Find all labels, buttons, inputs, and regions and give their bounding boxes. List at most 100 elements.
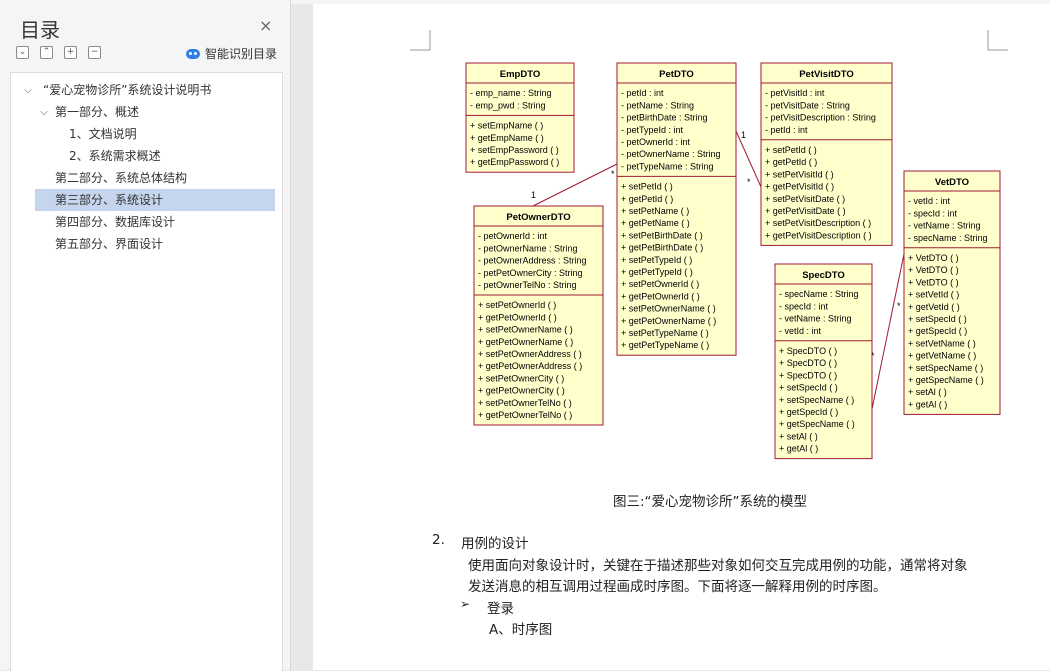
- class-attribute: - petName : String: [621, 100, 694, 110]
- bullet-arrow-icon: ➢: [460, 597, 471, 611]
- class-method: + getSpecName ( ): [779, 419, 855, 429]
- class-attribute: - petVisitDate : String: [765, 100, 850, 110]
- figure-caption: 图三:“爱心宠物诊所”系统的模型: [613, 494, 808, 510]
- class-method: + getEmpPassword ( ): [470, 157, 559, 167]
- class-attribute: - petOwnerTelNo : String: [478, 280, 577, 290]
- toc-title: 目录: [20, 18, 60, 42]
- toc-item-part1[interactable]: 第一部分、概述: [55, 101, 295, 123]
- class-method: + getVetId ( ): [908, 302, 960, 312]
- class-attribute: - petOwnerAddress : String: [478, 256, 587, 266]
- expand-all-button[interactable]: ⌃: [40, 46, 53, 59]
- class-attribute: - emp_name : String: [470, 88, 552, 98]
- class-attribute: - specName : String: [908, 233, 988, 243]
- class-method: + setVetName ( ): [908, 338, 976, 348]
- class-attribute: - petOwnerName : String: [621, 149, 721, 159]
- class-attribute: - petOwnerId : int: [621, 137, 691, 147]
- smart-toc-button[interactable]: 智能识别目录: [186, 45, 277, 62]
- class-specdto: SpecDTO - specName : String - specId : int…: [774, 263, 873, 460]
- class-method: + setPetName ( ): [621, 206, 689, 216]
- toc-item-title[interactable]: “爱心宠物诊所”系统设计说明书: [43, 79, 283, 101]
- class-empdto: EmpDTO - emp_name : String - emp_pwd : Str…: [465, 62, 575, 173]
- class-method: + getPetOwnerTelNo ( ): [478, 410, 572, 420]
- paragraph-line: 发送消息的相互调用过程画成时序图。下面将逐一解释用例的时序图。: [468, 579, 887, 595]
- class-method: + setPetTypeName ( ): [621, 328, 709, 338]
- toc-item-part4[interactable]: 第四部分、数据库设计: [55, 211, 295, 233]
- class-method: + setEmpName ( ): [470, 121, 543, 131]
- chevron-down-icon: ⌄: [18, 47, 27, 57]
- chevron-down-icon[interactable]: ⌵: [23, 85, 33, 96]
- class-method: + getPetTypeId ( ): [621, 267, 693, 277]
- multiplicity-label: *: [747, 177, 751, 187]
- multiplicity-label: 1: [741, 130, 746, 140]
- class-attribute: - emp_pwd : String: [470, 100, 546, 110]
- class-method: + setPetOwnerTelNo ( ): [478, 398, 572, 408]
- class-attribute: - vetId : int: [908, 196, 951, 206]
- class-method: + getAl ( ): [779, 444, 818, 454]
- toc-item-doc-desc[interactable]: 1、文档说明: [69, 123, 309, 145]
- toc-item-part5[interactable]: 第五部分、界面设计: [55, 233, 295, 255]
- add-level-button[interactable]: +: [64, 46, 77, 59]
- document-page: 1 * 1 * * * EmpDTO - emp_name : String - emp_pw…: [313, 4, 1050, 670]
- class-attribute: - specId : int: [779, 301, 829, 311]
- class-method: + VetDTO ( ): [908, 277, 959, 287]
- class-attribute: - vetId : int: [779, 326, 822, 336]
- class-name: VetDTO: [935, 177, 969, 188]
- class-name: PetVisitDTO: [799, 69, 854, 80]
- plus-icon: +: [66, 47, 75, 57]
- toc-item-req-overview[interactable]: 2、系统需求概述: [69, 145, 309, 167]
- class-name: PetDTO: [659, 69, 694, 80]
- class-attribute: - petBirthDate : String: [621, 113, 708, 123]
- class-method: + setPetVisitDescription ( ): [765, 218, 871, 228]
- section-number: 2.: [432, 532, 445, 548]
- multiplicity-label: *: [897, 301, 901, 311]
- class-method: + getPetTypeName ( ): [621, 340, 709, 350]
- class-name: PetOwnerDTO: [506, 212, 570, 223]
- ai-bot-icon: [186, 48, 200, 59]
- class-attribute: - petOwnerName : String: [478, 243, 578, 253]
- class-method: + setAl ( ): [908, 387, 947, 397]
- class-method: + setVetId ( ): [908, 290, 959, 300]
- close-icon[interactable]: ×: [259, 17, 272, 35]
- class-method: + getPetName ( ): [621, 218, 690, 228]
- class-method: + VetDTO ( ): [908, 253, 959, 263]
- association-line: [871, 253, 905, 410]
- class-method: + setPetOwnerName ( ): [478, 325, 573, 335]
- class-method: + getPetBirthDate ( ): [621, 243, 703, 253]
- toc-tree: ⌵ “爱心宠物诊所”系统设计说明书 ⌵ 第一部分、概述 1、文档说明 2、系统需…: [10, 72, 283, 671]
- class-method: + setSpecName ( ): [908, 363, 983, 373]
- class-method: + getSpecName ( ): [908, 375, 984, 385]
- class-attribute: - specId : int: [908, 208, 958, 218]
- class-method: + setPetOwnerAddress ( ): [478, 349, 582, 359]
- class-method: + setPetId ( ): [621, 182, 673, 192]
- class-method: + setSpecId ( ): [779, 383, 838, 393]
- doc-gutter: [291, 4, 313, 670]
- bullet-text: 登录: [487, 601, 514, 617]
- class-method: + setPetOwnerId ( ): [621, 279, 699, 289]
- paragraph-line: 使用面向对象设计时，关键在于描述那些对象如何交互完成用例的功能，通常将对象: [468, 558, 968, 574]
- class-method: + VetDTO ( ): [908, 265, 959, 275]
- toc-item-part2[interactable]: 第二部分、系统总体结构: [55, 167, 295, 189]
- class-method: + getPetOwnerName ( ): [621, 316, 716, 326]
- class-method: + setPetTypeId ( ): [621, 255, 692, 265]
- remove-level-button[interactable]: −: [88, 46, 101, 59]
- chevron-down-icon[interactable]: ⌵: [39, 107, 49, 118]
- class-method: + SpecDTO ( ): [779, 370, 837, 380]
- class-method: + getSpecId ( ): [908, 326, 967, 336]
- toc-item-part3[interactable]: 第三部分、系统设计: [35, 189, 275, 211]
- class-attribute: - vetName : String: [779, 314, 852, 324]
- class-method: + setSpecName ( ): [779, 395, 854, 405]
- class-petdto: PetDTO - petId : int - petName : String - p…: [616, 62, 737, 356]
- class-method: + getEmpName ( ): [470, 133, 544, 143]
- class-attribute: - petTypeId : int: [621, 125, 684, 135]
- smart-toc-label: 智能识别目录: [205, 47, 278, 61]
- toc-sidebar: 目录 × ⌄ ⌃ + − 智能识别目录 ⌵ “爱心宠物诊所”系统设计说明书 ⌵ …: [0, 0, 291, 671]
- class-attribute: - petId : int: [765, 125, 808, 135]
- class-name: EmpDTO: [500, 69, 540, 80]
- class-petownerdto: PetOwnerDTO - petOwnerId : int - petOwnerN…: [473, 205, 604, 426]
- class-attribute: - specName : String: [779, 289, 859, 299]
- class-method: + setPetOwnerName ( ): [621, 304, 716, 314]
- collapse-all-button[interactable]: ⌄: [16, 46, 29, 59]
- class-method: + getAl ( ): [908, 399, 947, 409]
- class-method: + setPetOwnerCity ( ): [478, 373, 564, 383]
- class-method: + getVetName ( ): [908, 351, 976, 361]
